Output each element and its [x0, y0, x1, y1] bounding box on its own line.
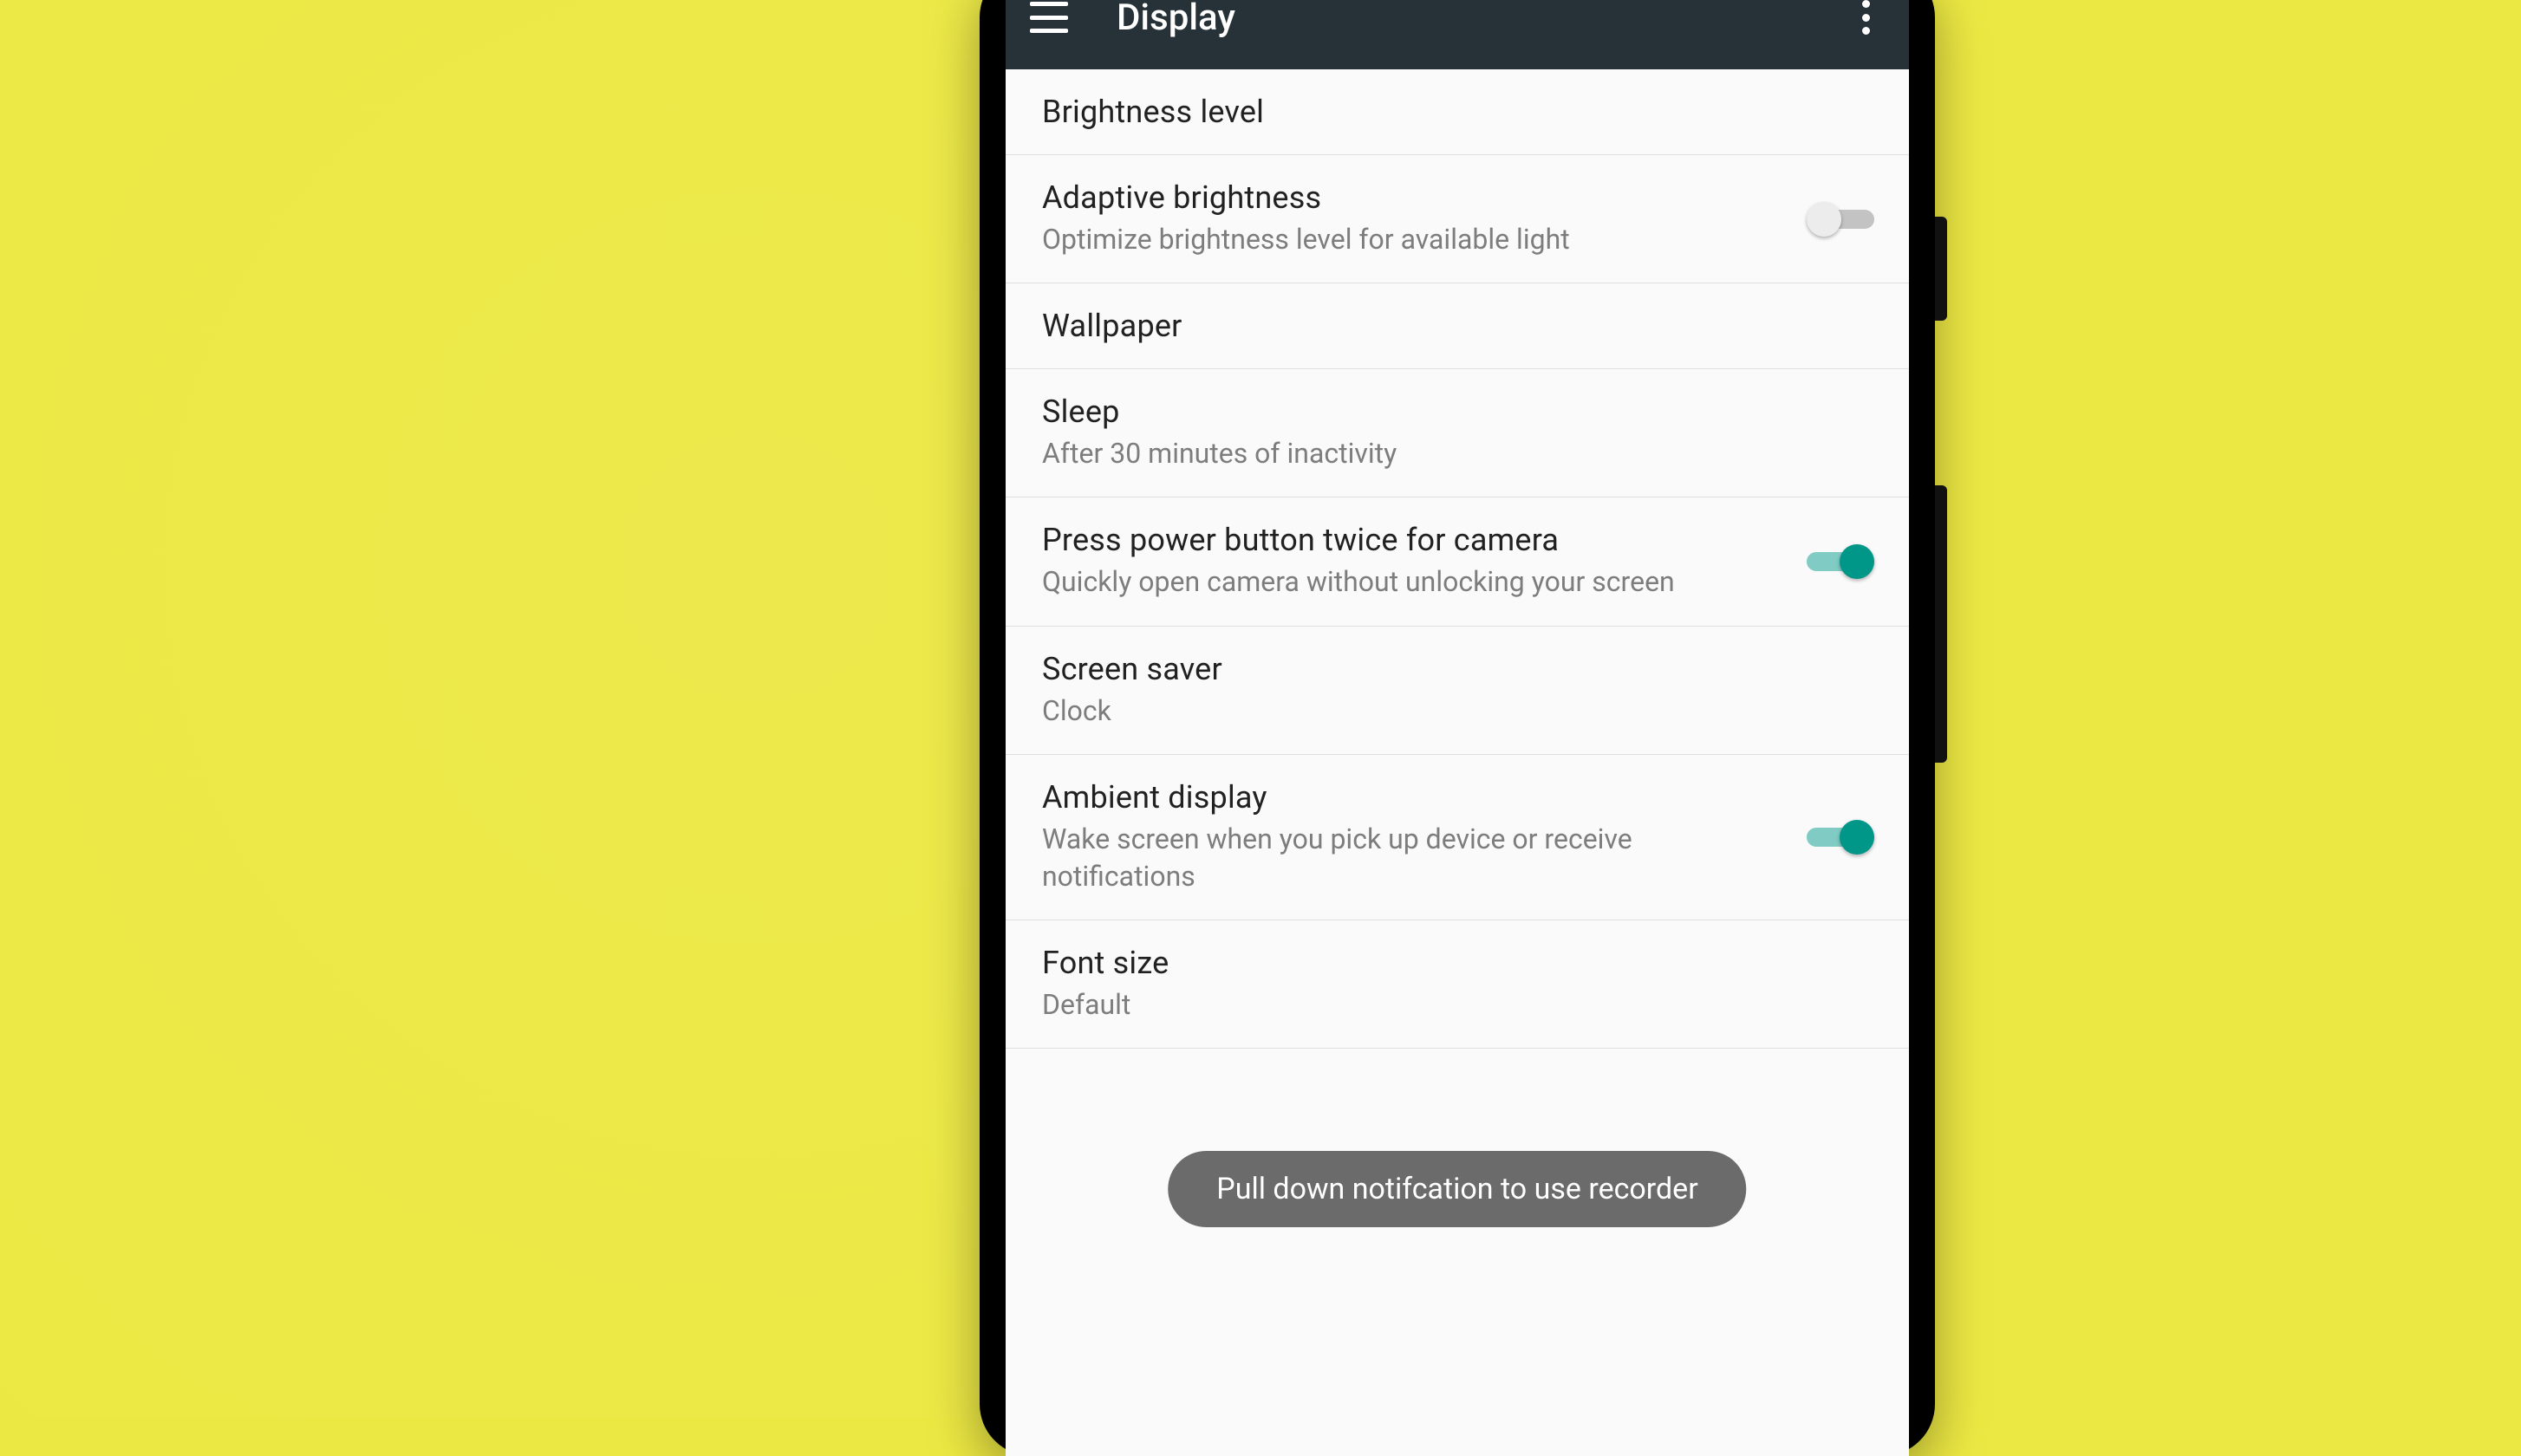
- setting-title: Wallpaper: [1042, 308, 1874, 344]
- app-bar: Display: [1006, 0, 1909, 69]
- setting-title: Ambient display: [1042, 779, 1789, 816]
- phone-screen: Display Brightness level Adaptive bright…: [1006, 0, 1909, 1456]
- power-button-camera-switch[interactable]: [1807, 543, 1874, 580]
- setting-title: Brightness level: [1042, 94, 1874, 130]
- setting-title: Adaptive brightness: [1042, 179, 1789, 216]
- setting-screen-saver[interactable]: Screen saver Clock: [1006, 627, 1909, 755]
- adaptive-brightness-switch[interactable]: [1807, 201, 1874, 237]
- phone-frame: Display Brightness level Adaptive bright…: [980, 0, 1935, 1456]
- setting-adaptive-brightness[interactable]: Adaptive brightness Optimize brightness …: [1006, 155, 1909, 283]
- setting-wallpaper[interactable]: Wallpaper: [1006, 283, 1909, 369]
- page-title: Display: [1117, 0, 1235, 39]
- setting-subtitle: Clock: [1042, 692, 1684, 730]
- setting-title: Press power button twice for camera: [1042, 522, 1789, 558]
- menu-icon[interactable]: [1026, 0, 1072, 40]
- setting-title: Sleep: [1042, 393, 1874, 430]
- setting-subtitle: Optimize brightness level for available …: [1042, 221, 1684, 258]
- setting-font-size[interactable]: Font size Default: [1006, 920, 1909, 1049]
- toast-message: Pull down notifcation to use recorder: [1168, 1151, 1746, 1227]
- setting-sleep[interactable]: Sleep After 30 minutes of inactivity: [1006, 369, 1909, 497]
- setting-subtitle: Wake screen when you pick up device or r…: [1042, 821, 1684, 895]
- setting-ambient-display[interactable]: Ambient display Wake screen when you pic…: [1006, 755, 1909, 920]
- phone-power-button: [1935, 217, 1947, 321]
- phone-volume-button: [1935, 485, 1947, 763]
- setting-power-button-camera[interactable]: Press power button twice for camera Quic…: [1006, 497, 1909, 626]
- settings-list: Brightness level Adaptive brightness Opt…: [1006, 69, 1909, 1049]
- setting-subtitle: After 30 minutes of inactivity: [1042, 435, 1684, 472]
- setting-title: Screen saver: [1042, 651, 1874, 687]
- overflow-menu-icon[interactable]: [1848, 0, 1883, 38]
- setting-subtitle: Default: [1042, 986, 1684, 1024]
- ambient-display-switch[interactable]: [1807, 819, 1874, 855]
- setting-title: Font size: [1042, 945, 1874, 981]
- setting-subtitle: Quickly open camera without unlocking yo…: [1042, 563, 1684, 601]
- setting-brightness-level[interactable]: Brightness level: [1006, 69, 1909, 155]
